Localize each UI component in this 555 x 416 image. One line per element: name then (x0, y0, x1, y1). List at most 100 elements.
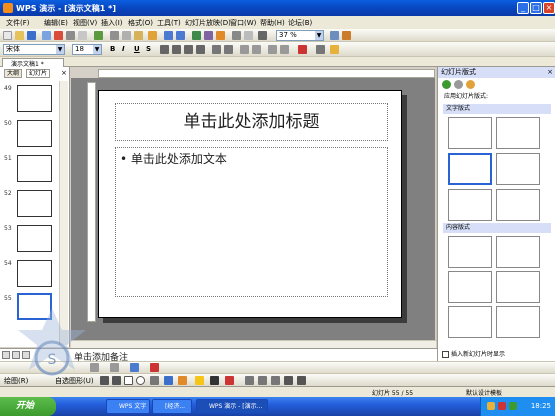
slide-thumbnail[interactable] (17, 155, 52, 182)
open-folder-icon[interactable] (15, 31, 24, 40)
new-slide-icon[interactable] (330, 45, 339, 54)
print-icon[interactable] (66, 31, 75, 40)
increase-font-icon[interactable] (240, 45, 249, 54)
back-icon[interactable] (442, 80, 451, 89)
paste-icon[interactable] (134, 31, 143, 40)
slideshow-view-icon[interactable] (22, 351, 30, 359)
layout-thumb[interactable] (496, 306, 540, 338)
slide-thumbnail[interactable] (17, 85, 52, 112)
layout-thumb[interactable] (448, 189, 492, 221)
font-name-select[interactable]: 宋体 ▼ (3, 44, 65, 55)
grayscale-icon[interactable] (244, 31, 253, 40)
align-center-icon[interactable] (172, 45, 181, 54)
font-size-select[interactable]: 18 ▼ (72, 44, 102, 55)
layout-thumb-selected[interactable] (448, 153, 492, 185)
taskbar-item[interactable]: WPS 文字 (106, 399, 150, 414)
line-color-icon[interactable] (210, 376, 219, 385)
print-preview-icon[interactable] (78, 31, 87, 40)
line-icon[interactable] (100, 376, 109, 385)
grid-icon[interactable] (232, 31, 241, 40)
slide-thumbnail[interactable] (17, 190, 52, 217)
increase-indent-icon[interactable] (280, 45, 289, 54)
arrow-icon[interactable] (112, 376, 121, 385)
tray-icon[interactable] (487, 402, 495, 410)
home-icon[interactable] (466, 80, 475, 89)
sorter-view-icon[interactable] (12, 351, 20, 359)
clock[interactable]: 18:25 (531, 402, 551, 410)
layout-thumb[interactable] (496, 271, 540, 303)
layout-thumb[interactable] (448, 117, 492, 149)
menu-forum[interactable]: 论坛(B) (288, 18, 312, 28)
wps-app-icon[interactable] (3, 3, 13, 13)
menu-view[interactable]: 视图(V) (73, 18, 97, 28)
design-icon[interactable] (316, 45, 325, 54)
draw-menu[interactable]: 绘图(R) (4, 376, 28, 386)
redo-icon[interactable] (176, 31, 185, 40)
insert-picture-icon[interactable] (178, 376, 187, 385)
forward-icon[interactable] (454, 80, 463, 89)
insert-chart-icon[interactable] (192, 31, 201, 40)
layout-thumb[interactable] (448, 271, 492, 303)
menu-window[interactable]: 窗口(W) (230, 18, 256, 28)
zoom-select[interactable]: 37 % ▼ (276, 30, 324, 41)
font-color-icon[interactable] (150, 363, 159, 372)
numbering-icon[interactable] (212, 45, 221, 54)
oval-icon[interactable] (136, 376, 145, 385)
save-icon[interactable] (27, 31, 36, 40)
layout-thumb[interactable] (496, 153, 540, 185)
minimize-button[interactable]: _ (517, 2, 529, 14)
menu-insert[interactable]: 插入(I) (101, 18, 123, 28)
rotate-icon[interactable] (110, 363, 119, 372)
slide-thumbnail[interactable] (17, 260, 52, 287)
select-objects-icon[interactable] (90, 363, 99, 372)
textbox-icon[interactable] (150, 376, 159, 385)
maximize-button[interactable]: □ (530, 2, 542, 14)
justify-icon[interactable] (196, 45, 205, 54)
menu-tools[interactable]: 工具(T) (157, 18, 181, 28)
menu-file[interactable]: 文件(F) (6, 18, 30, 28)
document-tab[interactable]: 演示文稿1 * (2, 58, 64, 68)
undo-icon[interactable] (164, 31, 173, 40)
tab-outline[interactable]: 大纲 (4, 69, 23, 78)
color-icon[interactable] (258, 31, 267, 40)
close-icon[interactable]: × (547, 67, 553, 78)
start-button[interactable]: 开始 (0, 397, 56, 416)
tray-icon[interactable] (498, 402, 506, 410)
shadow-button[interactable]: S (146, 45, 151, 53)
insert-table-icon[interactable] (204, 31, 213, 40)
underline-button[interactable]: U (134, 45, 140, 53)
wordart-icon[interactable] (164, 376, 173, 385)
help-icon[interactable] (330, 31, 339, 40)
spellcheck-icon[interactable] (94, 31, 103, 40)
menu-format[interactable]: 格式(O) (128, 18, 153, 28)
checkbox-icon[interactable] (442, 351, 449, 358)
3d-icon[interactable] (297, 376, 306, 385)
line-style-icon[interactable] (130, 363, 139, 372)
font-color-icon[interactable] (225, 376, 234, 385)
format-painter-icon[interactable] (148, 31, 157, 40)
italic-button[interactable]: I (122, 45, 125, 53)
body-placeholder[interactable]: • 单击此处添加文本 (115, 147, 388, 297)
decrease-indent-icon[interactable] (268, 45, 277, 54)
align-left-icon[interactable] (160, 45, 169, 54)
tray-icon[interactable] (509, 402, 517, 410)
font-color-icon[interactable] (298, 45, 307, 54)
layout-thumb[interactable] (448, 306, 492, 338)
dash-style-icon[interactable] (258, 376, 267, 385)
show-on-insert-checkbox[interactable]: 插入新幻灯片时显示 (442, 349, 505, 358)
taskbar-item[interactable]: [经济... (152, 399, 192, 414)
decrease-font-icon[interactable] (252, 45, 261, 54)
layout-thumb[interactable] (496, 236, 540, 268)
bullets-icon[interactable] (224, 45, 233, 54)
taskbar-item-active[interactable]: WPS 演示 - [演示... (196, 399, 268, 414)
slide-thumbnail[interactable] (17, 120, 52, 147)
slideshow-icon[interactable] (342, 31, 351, 40)
email-icon[interactable] (42, 31, 51, 40)
tab-slides[interactable]: 幻灯片 (26, 69, 51, 78)
cut-icon[interactable] (110, 31, 119, 40)
workspace-horizontal-scrollbar[interactable] (71, 340, 436, 348)
autoshapes-menu[interactable]: 自选图形(U) (55, 376, 94, 386)
menu-edit[interactable]: 编辑(E) (44, 18, 68, 28)
bold-button[interactable]: B (110, 45, 115, 53)
pdf-icon[interactable] (54, 31, 63, 40)
